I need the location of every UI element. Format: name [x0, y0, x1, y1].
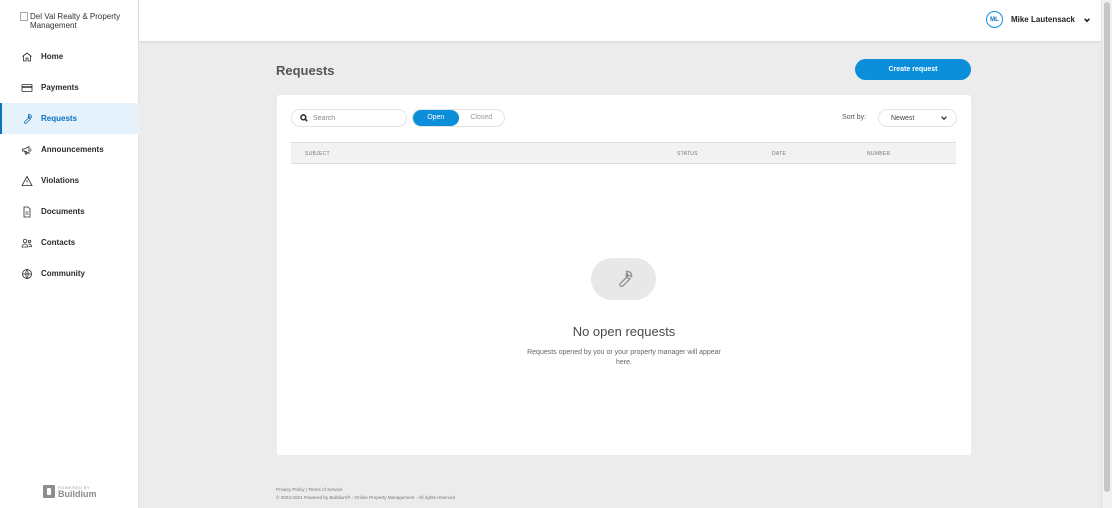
empty-state-wrench-icon [591, 258, 656, 300]
sidebar-item-community[interactable]: Community [0, 258, 139, 289]
filter-closed[interactable]: Closed [459, 110, 505, 126]
page-scrollbar[interactable] [1101, 0, 1112, 508]
footer-links: Privacy Policy | Terms of Service [276, 486, 455, 494]
privacy-policy-link[interactable]: Privacy Policy [276, 487, 305, 492]
credit-card-icon [20, 81, 33, 94]
column-number[interactable]: NUMBER [867, 151, 890, 157]
sidebar-item-payments[interactable]: Payments [0, 72, 139, 103]
sidebar-item-label: Contacts [41, 238, 76, 247]
user-name: Mike Lautensack [1010, 15, 1075, 24]
empty-state-title: No open requests [572, 324, 676, 339]
search-input[interactable] [313, 114, 403, 122]
terms-of-service-link[interactable]: Terms of Service [308, 487, 342, 492]
sidebar-item-documents[interactable]: Documents [0, 196, 139, 227]
sidebar-item-label: Payments [41, 83, 79, 92]
create-request-button[interactable]: Create request [855, 59, 971, 80]
sidebar-item-violations[interactable]: Violations [0, 165, 139, 196]
scrollbar-thumb[interactable] [1104, 2, 1110, 492]
sort-value: Newest [891, 114, 915, 122]
sidebar: Del Val Realty & Property Management Hom… [0, 0, 139, 508]
broken-image-icon [20, 12, 28, 21]
filter-open[interactable]: Open [413, 110, 459, 126]
table-header: SUBJECT STATUS DATE NUMBER [291, 142, 956, 164]
powered-by-brand: Buildium [58, 489, 97, 499]
chevron-down-icon [1083, 16, 1091, 24]
chevron-down-icon [941, 116, 947, 121]
copyright-text: © 2003-2021 Powered by Buildium® - Onlin… [276, 495, 456, 500]
company-logo-alt-text: Del Val Realty & Property Management [30, 12, 121, 30]
sidebar-item-label: Requests [41, 114, 78, 123]
sidebar-nav: Home Payments Requests Announcements Vio… [0, 41, 139, 289]
megaphone-icon [20, 143, 33, 156]
wrench-icon [20, 112, 33, 125]
document-icon [20, 205, 33, 218]
column-subject[interactable]: SUBJECT [305, 151, 330, 157]
requests-card: Open Closed Sort by: Newest SUBJECT STAT… [277, 95, 971, 455]
sidebar-item-label: Documents [41, 207, 85, 216]
sidebar-item-label: Announcements [41, 145, 104, 154]
sidebar-item-contacts[interactable]: Contacts [0, 227, 139, 258]
search-box[interactable] [291, 109, 407, 127]
powered-by-buildium[interactable]: POWERED BY Buildium [43, 484, 97, 499]
sidebar-item-requests[interactable]: Requests [0, 103, 139, 134]
sidebar-item-label: Home [41, 52, 64, 61]
contacts-icon [20, 236, 33, 249]
page-title: Requests [276, 63, 335, 78]
globe-icon [20, 267, 33, 280]
status-filter-toggle: Open Closed [412, 109, 505, 127]
sidebar-item-label: Community [41, 269, 85, 278]
sidebar-item-home[interactable]: Home [0, 41, 139, 72]
home-icon [20, 50, 33, 63]
buildium-logo-icon [43, 484, 55, 498]
column-status[interactable]: STATUS [677, 151, 698, 157]
sidebar-item-label: Violations [41, 176, 80, 185]
empty-state-description: Requests opened by you or your property … [527, 349, 721, 366]
company-logo[interactable]: Del Val Realty & Property Management [20, 12, 132, 30]
column-date[interactable]: DATE [772, 151, 786, 157]
top-bar: ML Mike Lautensack [139, 0, 1101, 41]
sort-label: Sort by: [842, 114, 867, 121]
sidebar-item-announcements[interactable]: Announcements [0, 134, 139, 165]
warning-icon [20, 174, 33, 187]
page-footer: Privacy Policy | Terms of Service © 2003… [276, 486, 455, 502]
powered-by-text: POWERED BY Buildium [58, 484, 97, 499]
user-menu[interactable]: ML Mike Lautensack [985, 11, 1091, 28]
search-icon [300, 114, 308, 122]
avatar: ML [985, 11, 1003, 28]
sort-select[interactable]: Newest [878, 109, 957, 127]
